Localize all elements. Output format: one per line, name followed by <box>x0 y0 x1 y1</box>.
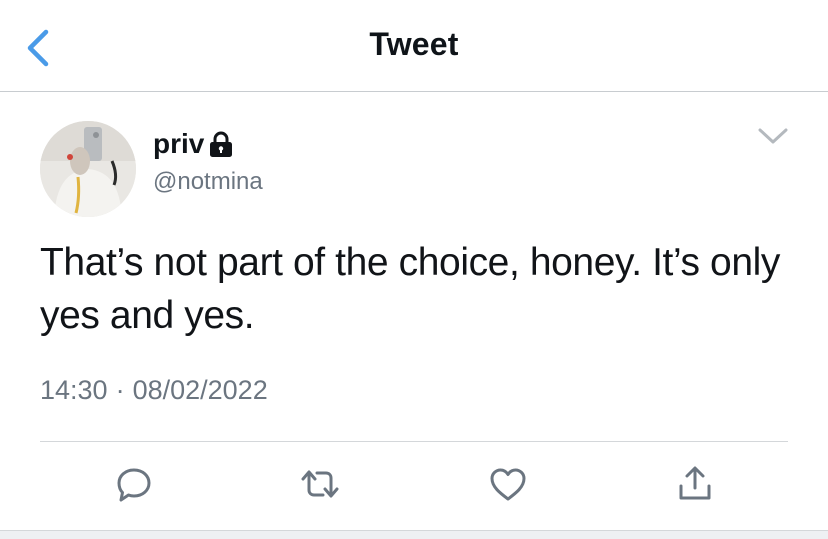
page-title: Tweet <box>369 26 459 62</box>
more-options-button[interactable] <box>755 124 791 148</box>
author-handle[interactable]: @notmina <box>153 168 263 196</box>
tweet-text: That’s not part of the choice, honey. It… <box>40 241 780 337</box>
reply-icon <box>117 468 151 502</box>
tweet-time: 14:30 <box>40 375 108 405</box>
separator-dot: · <box>115 375 125 405</box>
tweet-actions-bar <box>0 462 828 512</box>
share-icon <box>679 466 711 500</box>
share-button[interactable] <box>673 462 717 506</box>
author-name[interactable]: priv <box>153 128 204 160</box>
chevron-down-icon <box>758 128 788 144</box>
retweet-button[interactable] <box>298 462 342 506</box>
tweet-timestamp: 14:30 · 08/02/2022 <box>40 375 268 406</box>
author-row: priv <box>153 126 234 162</box>
like-button[interactable] <box>486 462 530 506</box>
divider <box>40 441 788 442</box>
avatar-photo <box>40 121 136 217</box>
like-icon <box>490 468 526 501</box>
lock-icon <box>210 131 233 157</box>
tweet-date: 08/02/2022 <box>132 375 268 405</box>
retweet-icon <box>301 470 339 498</box>
reply-button[interactable] <box>112 462 156 506</box>
top-navigation-bar: Tweet <box>0 0 828 92</box>
avatar[interactable] <box>40 121 136 217</box>
